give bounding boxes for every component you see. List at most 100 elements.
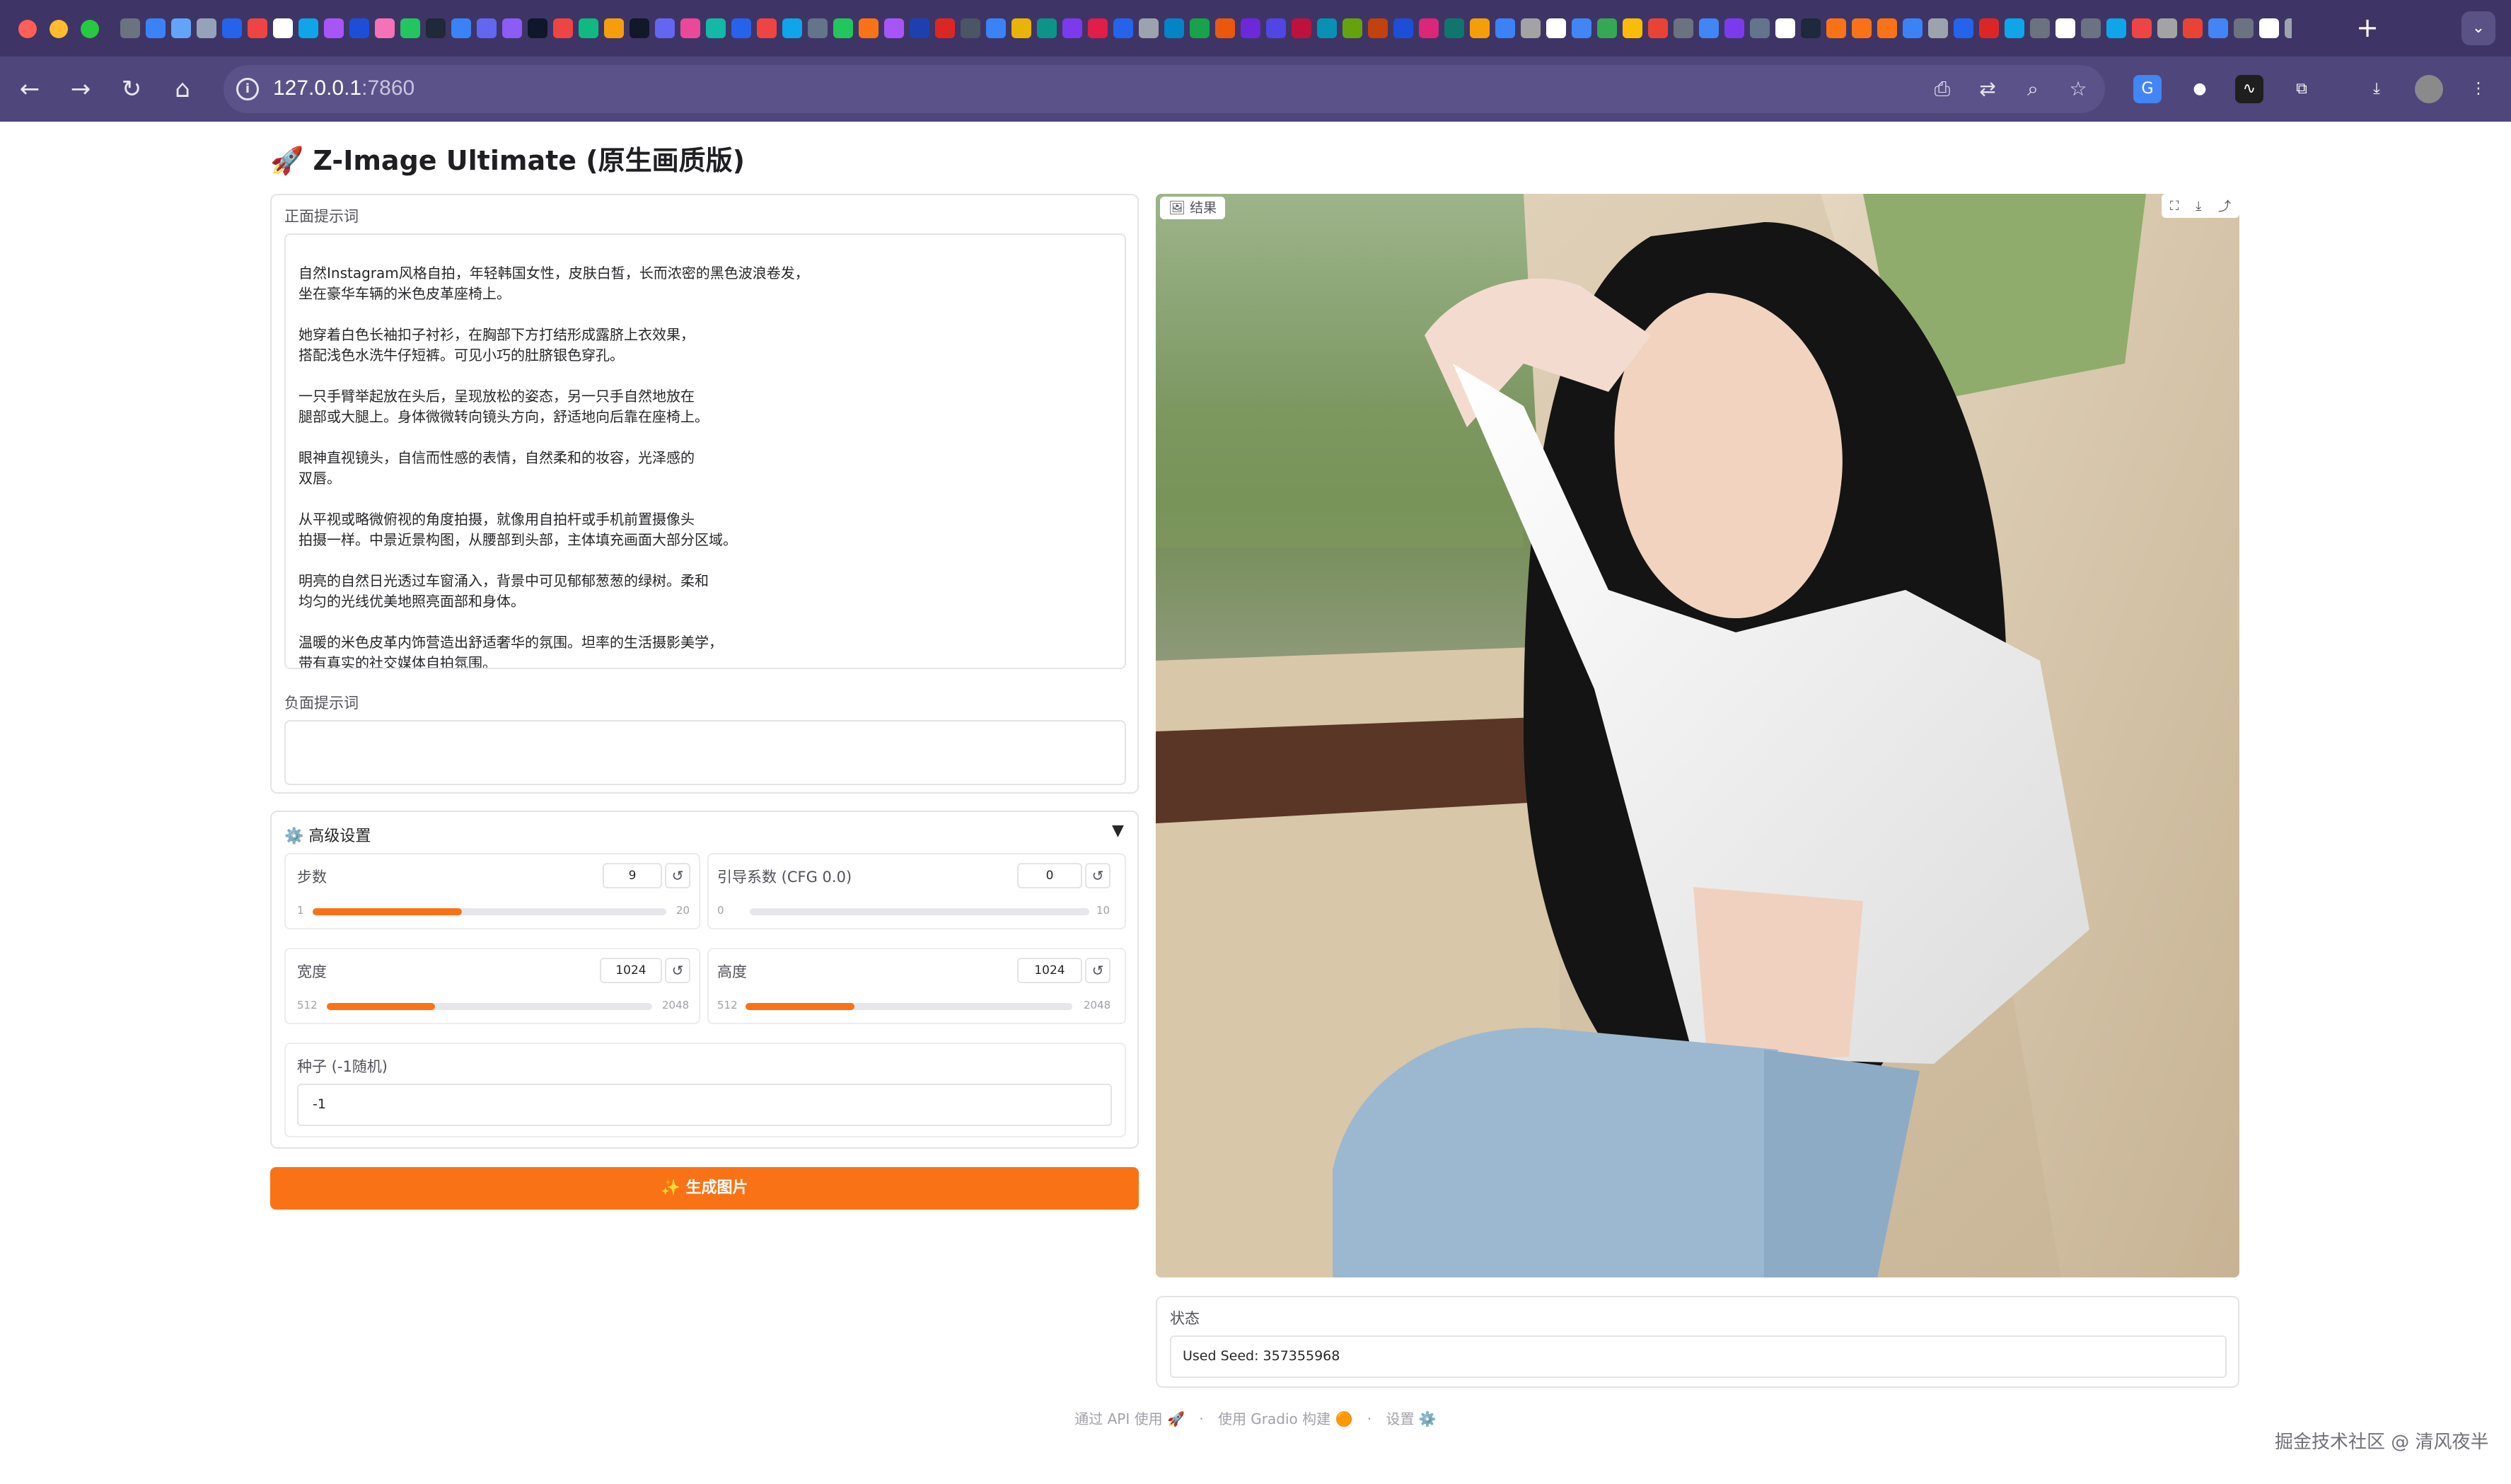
width-number-input[interactable]: 1024	[600, 958, 662, 983]
tab-favicon[interactable]	[604, 18, 624, 38]
tab-favicon[interactable]	[833, 18, 853, 38]
translate-icon[interactable]: ⇄	[1973, 75, 2002, 103]
tab-favicon[interactable]	[120, 18, 140, 38]
fullscreen-icon[interactable]: ⛶	[2170, 199, 2179, 214]
tab-search-button[interactable]: ⌄	[2461, 11, 2495, 45]
tab-favicon[interactable]	[1266, 18, 1286, 38]
seed-input[interactable]: -1	[297, 1084, 1112, 1126]
tab-favicon[interactable]	[680, 18, 700, 38]
tab-favicon[interactable]	[1419, 18, 1439, 38]
tab-favicon[interactable]	[1546, 18, 1566, 38]
tab-favicon[interactable]	[1572, 18, 1591, 38]
tab-favicon[interactable]	[1521, 18, 1541, 38]
negative-prompt-textarea[interactable]	[284, 720, 1126, 785]
extensions-puzzle-icon[interactable]: ⧉	[2287, 75, 2316, 103]
download-icon[interactable]: ⤓	[2196, 199, 2201, 214]
tab-favicon[interactable]	[1215, 18, 1235, 38]
tab-favicon[interactable]	[579, 18, 598, 38]
monitor-extension-icon[interactable]: ∿	[2235, 75, 2263, 103]
tab-favicon[interactable]	[1011, 18, 1031, 38]
minimize-window-button[interactable]	[50, 20, 68, 38]
tab-favicon[interactable]	[1674, 18, 1693, 38]
steps-reset-icon[interactable]: ↺	[665, 863, 690, 888]
home-icon[interactable]: ⌂	[166, 72, 199, 106]
tab-favicon[interactable]	[1495, 18, 1515, 38]
tab-favicon[interactable]	[2285, 18, 2292, 38]
tab-favicon[interactable]	[1623, 18, 1642, 38]
tab-favicon[interactable]	[477, 18, 497, 38]
tab-favicon[interactable]	[1979, 18, 1999, 38]
cfg-slider-track[interactable]	[750, 908, 1089, 915]
reload-icon[interactable]: ↻	[115, 72, 149, 106]
tab-favicon[interactable]	[1368, 18, 1388, 38]
tab-favicon[interactable]	[655, 18, 675, 38]
tab-favicon[interactable]	[171, 18, 191, 38]
tab-favicon[interactable]	[1928, 18, 1948, 38]
tab-favicon[interactable]	[910, 18, 929, 38]
tab-favicon[interactable]	[2208, 18, 2228, 38]
tab-favicon[interactable]	[1444, 18, 1464, 38]
tab-favicon[interactable]	[706, 18, 726, 38]
tab-favicon[interactable]	[1113, 18, 1133, 38]
tab-favicon[interactable]	[2005, 18, 2024, 38]
cfg-reset-icon[interactable]: ↺	[1085, 863, 1110, 888]
address-bar[interactable]: i 127.0.0.1:7860 ⎙ ⇄ ⌕ ☆	[224, 65, 2105, 113]
tab-favicon[interactable]	[298, 18, 318, 38]
tab-favicon[interactable]	[1699, 18, 1719, 38]
settings-link[interactable]: 设置 ⚙️	[1386, 1410, 1436, 1427]
tab-favicon[interactable]	[451, 18, 471, 38]
cfg-number-input[interactable]: 0	[1017, 863, 1082, 888]
tab-favicon[interactable]	[2183, 18, 2203, 38]
width-reset-icon[interactable]: ↺	[665, 958, 690, 983]
tab-favicon[interactable]	[1903, 18, 1923, 38]
tab-favicon[interactable]	[1088, 18, 1108, 38]
tab-favicon[interactable]	[1954, 18, 1973, 38]
zoom-icon[interactable]: ⌕	[2019, 75, 2047, 103]
chevron-down-icon[interactable]: ▼	[1112, 822, 1124, 840]
tab-favicon[interactable]	[1597, 18, 1617, 38]
positive-prompt-textarea[interactable]: 自然Instagram风格自拍，年轻韩国女性，皮肤白皙，长而浓密的黑色波浪卷发，…	[284, 233, 1126, 669]
tab-favicon[interactable]	[324, 18, 344, 38]
tab-favicon[interactable]	[2132, 18, 2152, 38]
gradio-link[interactable]: 使用 Gradio 构建 🟠	[1218, 1410, 1352, 1427]
tab-favicon[interactable]	[2055, 18, 2075, 38]
tab-favicon[interactable]	[1801, 18, 1821, 38]
tab-favicon[interactable]	[400, 18, 420, 38]
tab-favicon[interactable]	[349, 18, 369, 38]
tab-favicon[interactable]	[426, 18, 446, 38]
tab-favicon[interactable]	[1852, 18, 1872, 38]
tab-favicon[interactable]	[2081, 18, 2101, 38]
height-reset-icon[interactable]: ↺	[1085, 958, 1110, 983]
tab-favicon[interactable]	[884, 18, 904, 38]
tab-favicon[interactable]	[197, 18, 216, 38]
tab-favicon[interactable]	[1317, 18, 1337, 38]
tab-favicon[interactable]	[1164, 18, 1184, 38]
tab-favicon[interactable]	[375, 18, 395, 38]
tab-favicon[interactable]	[146, 18, 166, 38]
generate-button[interactable]: ✨ 生成图片	[270, 1167, 1139, 1210]
status-textbox[interactable]: Used Seed: 357355968	[1170, 1335, 2227, 1378]
tab-favicon[interactable]	[782, 18, 802, 38]
height-slider-track[interactable]	[746, 1003, 1072, 1010]
tab-favicon[interactable]	[1775, 18, 1795, 38]
tab-favicon[interactable]	[2106, 18, 2126, 38]
install-app-icon[interactable]: ⎙	[1928, 75, 1956, 103]
translate-extension-icon[interactable]: G	[2133, 75, 2162, 103]
tab-favicon[interactable]	[1470, 18, 1490, 38]
profile-avatar[interactable]	[2415, 75, 2443, 103]
tab-favicon[interactable]	[1724, 18, 1744, 38]
bookmark-star-icon[interactable]: ☆	[2064, 75, 2092, 103]
tab-favicon[interactable]	[859, 18, 878, 38]
steps-number-input[interactable]: 9	[603, 863, 662, 888]
tab-favicon[interactable]	[986, 18, 1006, 38]
tab-favicon[interactable]	[1241, 18, 1260, 38]
tab-favicon[interactable]	[528, 18, 547, 38]
tab-favicon[interactable]	[553, 18, 573, 38]
tab-favicon[interactable]	[502, 18, 522, 38]
share-icon[interactable]: ⤴	[2218, 197, 2231, 215]
back-arrow-icon[interactable]: ←	[13, 72, 47, 106]
browser-menu-icon[interactable]: ⋮	[2464, 75, 2493, 103]
tab-favicon[interactable]	[808, 18, 828, 38]
tab-favicon[interactable]	[1190, 18, 1210, 38]
download-icon[interactable]: ⤓	[2362, 75, 2391, 103]
